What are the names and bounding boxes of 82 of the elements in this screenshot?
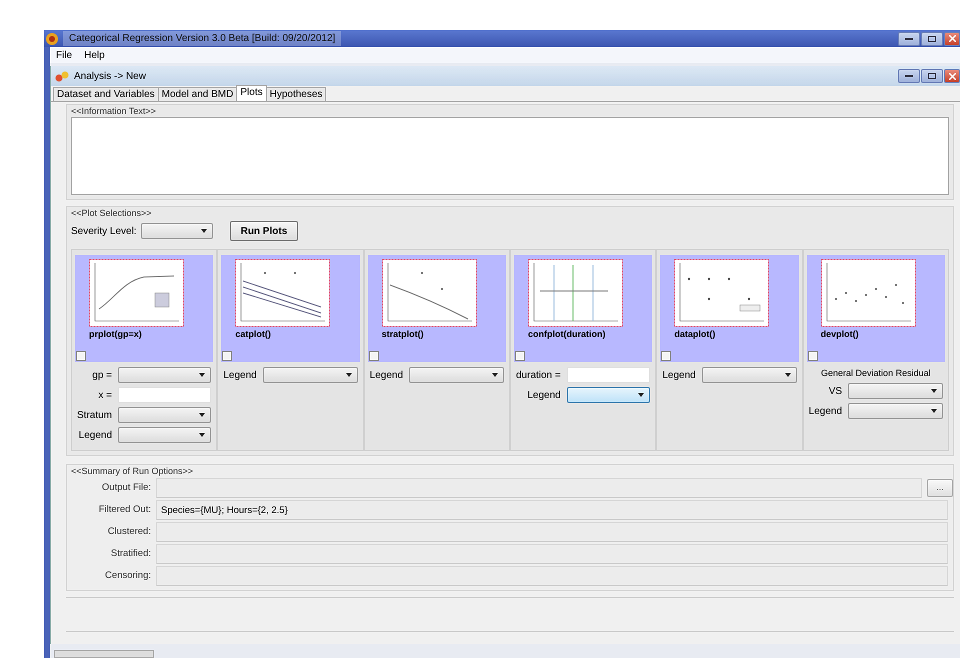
dropdown[interactable] [566,387,650,403]
run-plots-button[interactable]: Run Plots [230,221,298,241]
dropdown[interactable] [262,367,358,383]
input-field[interactable] [118,387,212,403]
field-label: Censoring: [104,568,151,583]
input-field[interactable] [566,367,650,383]
tab[interactable]: Hypotheses [266,87,326,101]
group-heading: <<Plot Selections>> [71,207,153,219]
field-label: Stratum [77,408,112,422]
plot-name: prplot(gp=x) [89,328,143,341]
caret-icon [346,373,352,377]
dropdown[interactable] [409,367,504,383]
caret-icon [930,389,937,393]
document-title: Analysis -> New [74,70,146,84]
tab[interactable]: Dataset and Variables [53,87,159,101]
caret-icon [784,373,791,377]
field-label: Legend [526,388,561,402]
field-label: Output File: [100,480,151,495]
field-label: Legend [370,368,404,382]
minimize-button[interactable] [898,69,920,83]
minimize-button[interactable] [898,32,920,46]
caret-icon [638,393,644,397]
dropdown[interactable] [118,367,212,383]
maximize-icon [928,73,936,79]
summary-field: Species={MU}; Hours={2, 2.5} [156,500,948,520]
field-label: gp = [91,368,112,382]
maximize-button[interactable] [921,69,943,83]
field-label: VS [828,384,842,398]
plot-name: catplot() [235,328,272,341]
field-label: x = [97,388,112,402]
axis-label: General Deviation Residual [821,367,931,379]
dropdown[interactable] [118,407,212,423]
menu-item[interactable]: File [56,48,72,62]
field-label: Legend [223,368,257,382]
field-label: Clustered: [106,524,151,539]
minimize-icon [905,36,913,40]
app-icon [46,32,58,44]
close-button[interactable] [944,32,960,46]
dropdown[interactable] [702,367,797,383]
maximize-icon [928,36,936,42]
caret-icon [930,409,937,413]
checkbox[interactable] [222,351,232,361]
checkbox[interactable] [661,351,672,361]
dropdown[interactable] [140,223,213,239]
dropdown[interactable] [848,403,943,419]
field-label: Legend [808,404,842,418]
window-title: Categorical Regression Version 3.0 Beta [Build: 09/20/2012] [63,31,342,46]
group-heading: <<Information Text>> [71,105,157,117]
tab[interactable]: Plots [236,85,267,101]
caret-icon [199,373,206,377]
minimized-window-tab[interactable] [54,650,154,658]
maximize-button[interactable] [921,32,943,46]
field-label: Legend [78,428,112,442]
caret-icon [199,413,206,417]
checkbox[interactable] [368,351,379,361]
field-label: duration = [516,368,561,382]
checkbox[interactable] [808,351,818,361]
field-label: Legend [662,368,696,382]
document-icon [55,70,69,82]
plot-name: dataplot() [674,328,716,341]
plot-name: stratplot() [382,328,425,341]
caret-icon [199,433,206,437]
field-label: Filtered Out: [98,502,151,517]
checkbox[interactable] [76,351,86,361]
close-button[interactable] [944,69,960,83]
close-icon [948,35,956,42]
tab[interactable]: Model and BMD [158,87,238,101]
checkbox[interactable] [514,351,525,361]
plot-name: confplot(duration) [528,328,606,341]
menu-item[interactable]: Help [84,48,105,62]
information-text-box[interactable] [71,117,949,195]
group-heading: <<Summary of Run Options>> [71,465,194,477]
severity-label: Severity Level: [71,224,137,238]
plot-name: devplot() [820,328,860,341]
close-icon [948,72,956,80]
minimize-icon [905,74,913,78]
caret-icon [492,373,498,377]
dropdown[interactable] [118,427,212,443]
field-label: Stratified: [110,546,151,561]
caret-icon [200,229,207,233]
browse-button[interactable]: ... [927,479,953,497]
dropdown[interactable] [848,383,943,399]
